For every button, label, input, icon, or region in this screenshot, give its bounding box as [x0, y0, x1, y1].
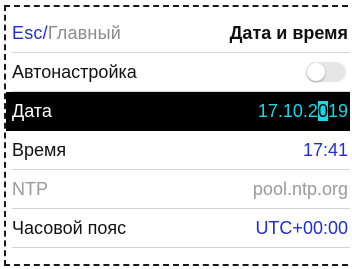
- timezone-label: Часовой пояс: [12, 217, 127, 238]
- date-cursor-digit[interactable]: 0: [317, 100, 328, 121]
- left-dashed-border: [4, 5, 6, 266]
- date-value-after: 19: [327, 100, 348, 121]
- ntp-value: pool.ntp.org: [252, 178, 348, 199]
- row-date[interactable]: Дата 17.10.2019: [6, 92, 350, 131]
- date-label: Дата: [12, 100, 52, 121]
- row-time[interactable]: Время 17:41: [12, 131, 350, 170]
- page-title: Дата и время: [229, 22, 348, 43]
- date-value[interactable]: 17.10.2019: [257, 100, 348, 122]
- date-value-before: 17.10.2: [257, 100, 318, 121]
- settings-panel: Esc/Главный Дата и время Автонастройка Д…: [6, 14, 350, 248]
- timezone-value[interactable]: UTC+00:00: [255, 218, 348, 239]
- top-dashed-border: [4, 5, 348, 7]
- ntp-label: NTP: [12, 178, 48, 199]
- time-label: Время: [12, 139, 67, 160]
- bottom-dashed-border: [4, 264, 348, 266]
- autotune-toggle[interactable]: [306, 62, 346, 82]
- autotune-label: Автонастройка: [12, 61, 137, 82]
- row-autotune[interactable]: Автонастройка: [12, 53, 350, 92]
- breadcrumb-parent[interactable]: Главный: [48, 23, 121, 43]
- toggle-knob: [307, 63, 325, 81]
- header: Esc/Главный Дата и время: [12, 14, 350, 53]
- breadcrumb: Esc/Главный: [12, 23, 121, 44]
- row-ntp: NTP pool.ntp.org: [12, 170, 350, 209]
- time-value[interactable]: 17:41: [303, 140, 348, 161]
- row-timezone[interactable]: Часовой пояс UTC+00:00: [12, 209, 350, 248]
- esc-link[interactable]: Esc: [12, 23, 43, 43]
